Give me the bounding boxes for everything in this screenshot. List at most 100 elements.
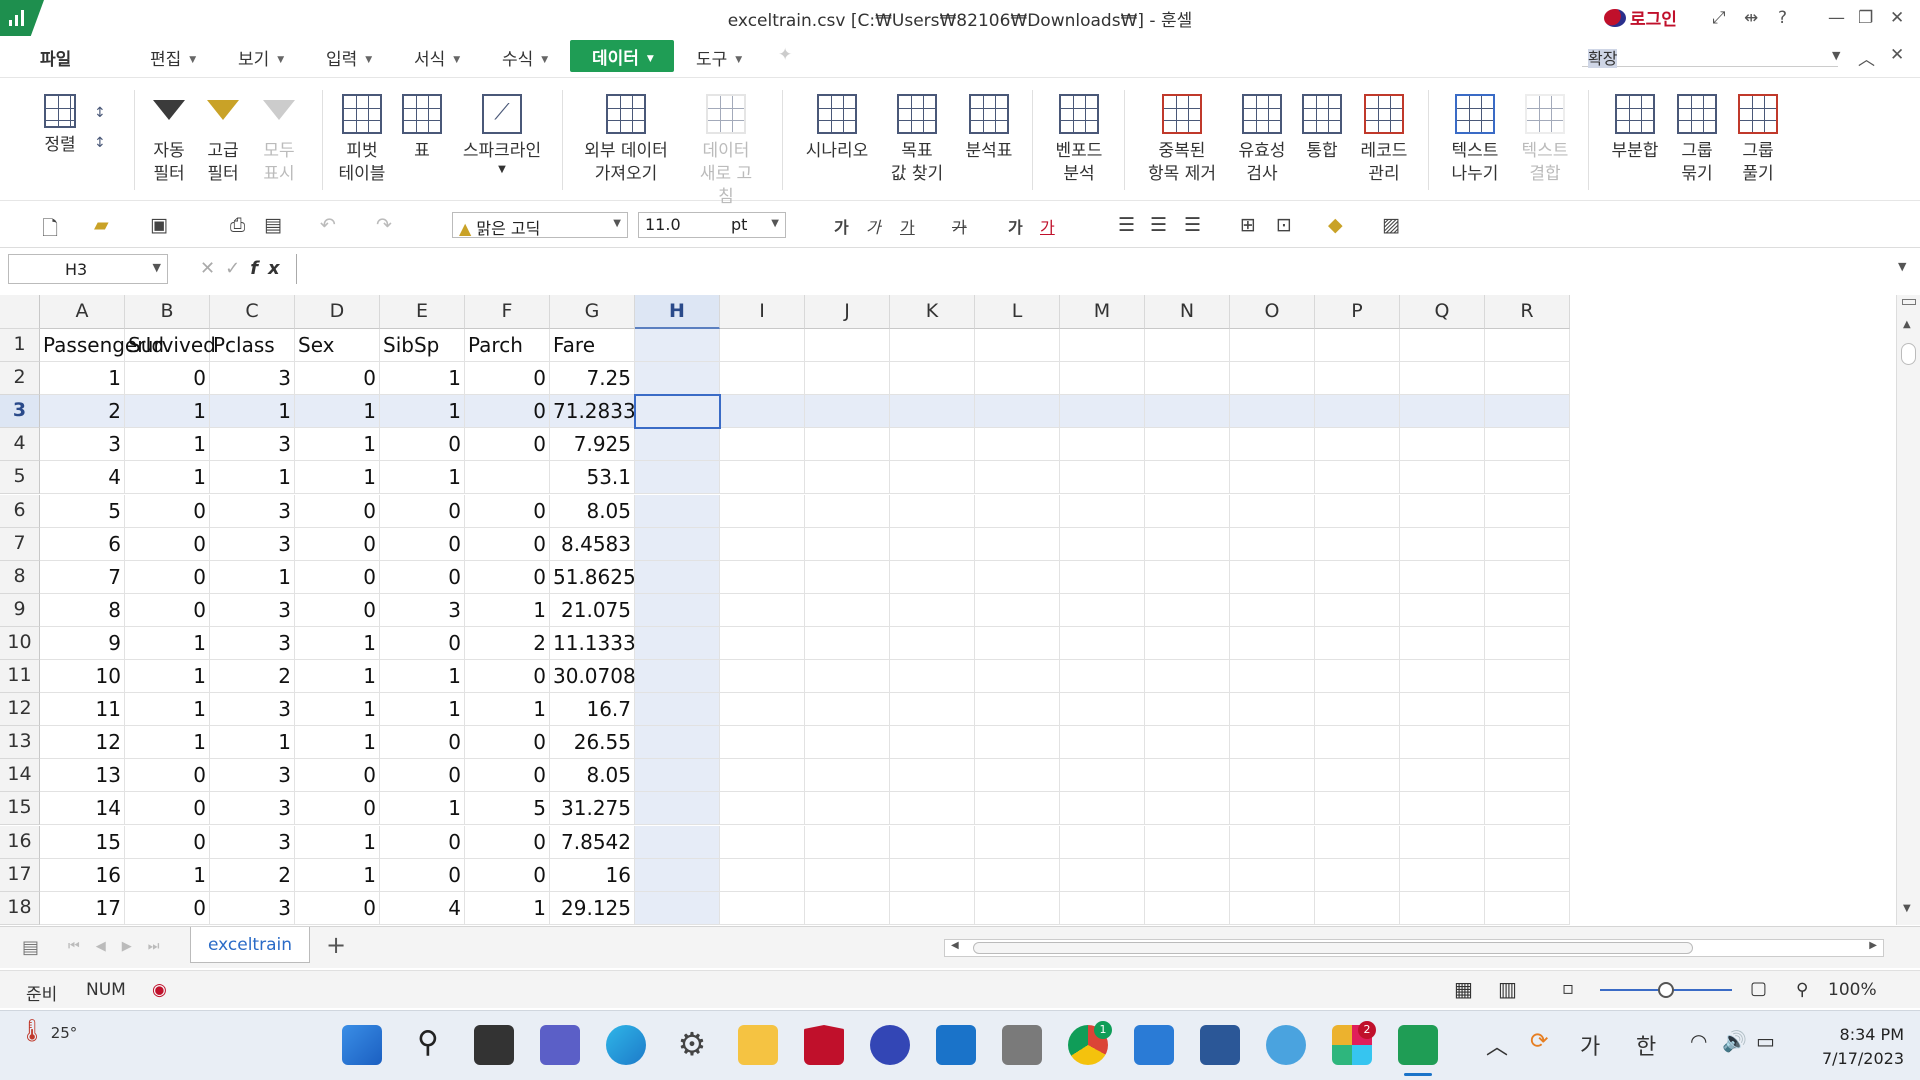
cell-b18[interactable]: 0 [125, 891, 210, 925]
cell-c17[interactable]: 2 [210, 858, 295, 892]
cell-g4[interactable]: 7.925 [550, 428, 635, 462]
cell-r10[interactable] [1485, 626, 1570, 660]
cell-r12[interactable] [1485, 693, 1570, 727]
preview-icon[interactable]: ▤ [264, 214, 282, 236]
cell-i3[interactable] [720, 395, 805, 429]
cell-l16[interactable] [975, 825, 1060, 859]
cell-k12[interactable] [890, 693, 975, 727]
cell-p13[interactable] [1315, 726, 1400, 760]
ime-han[interactable]: 한 [1636, 1029, 1656, 1061]
cell-e5[interactable]: 1 [380, 461, 465, 495]
sheet-tab-exceltrain[interactable]: exceltrain [190, 927, 310, 963]
cell-e18[interactable]: 4 [380, 891, 465, 925]
cell-g6[interactable]: 8.05 [550, 494, 635, 528]
cell-k8[interactable] [890, 560, 975, 594]
cell-k16[interactable] [890, 825, 975, 859]
function-icon[interactable]: fx [250, 258, 289, 279]
cell-q8[interactable] [1400, 560, 1485, 594]
cell-l8[interactable] [975, 560, 1060, 594]
cell-o16[interactable] [1230, 825, 1315, 859]
cell-r6[interactable] [1485, 494, 1570, 528]
cell-d16[interactable]: 1 [295, 825, 380, 859]
cell-g10[interactable]: 11.1333 [550, 626, 636, 660]
task-view-icon[interactable] [474, 1025, 514, 1065]
cell-q14[interactable] [1400, 759, 1485, 793]
name-box[interactable]: H3 ▼ [8, 254, 168, 284]
search-icon[interactable]: ⚲ [408, 1025, 448, 1065]
cell-h9[interactable] [635, 593, 720, 627]
cell-f8[interactable]: 0 [465, 560, 550, 594]
cell-f18[interactable]: 1 [465, 891, 550, 925]
zoom-in-icon[interactable]: ▢ [1750, 978, 1767, 999]
help-icon[interactable]: ? [1778, 8, 1787, 28]
cell-g12[interactable]: 16.7 [550, 693, 635, 727]
column-header-a[interactable]: A [40, 295, 125, 329]
cell-d18[interactable]: 0 [295, 891, 380, 925]
column-header-j[interactable]: J [805, 295, 890, 329]
cell-l5[interactable] [975, 461, 1060, 495]
cell-n10[interactable] [1145, 626, 1230, 660]
cell-r9[interactable] [1485, 593, 1570, 627]
auto-filter-button[interactable]: 자동 필터 [146, 94, 192, 186]
cell-o17[interactable] [1230, 858, 1315, 892]
cell-m10[interactable] [1060, 626, 1145, 660]
bold-button[interactable]: 가 [834, 214, 849, 238]
cell-g8[interactable]: 51.8625 [550, 560, 636, 594]
cell-a13[interactable]: 12 [40, 726, 125, 760]
cell-n18[interactable] [1145, 891, 1230, 925]
cell-o10[interactable] [1230, 626, 1315, 660]
cell-q9[interactable] [1400, 593, 1485, 627]
cell-h4[interactable] [635, 428, 720, 462]
cell-n17[interactable] [1145, 858, 1230, 892]
menu-edit[interactable]: 편집 ▼ [150, 45, 196, 70]
align-right-icon[interactable]: ☰ [1184, 214, 1201, 236]
column-header-n[interactable]: N [1145, 295, 1230, 329]
cell-m18[interactable] [1060, 891, 1145, 925]
cell-j6[interactable] [805, 494, 890, 528]
cell-n6[interactable] [1145, 494, 1230, 528]
cell-p11[interactable] [1315, 660, 1400, 693]
remove-duplicates-button[interactable]: 중복된 항목 제거 [1142, 94, 1222, 186]
cell-n4[interactable] [1145, 428, 1230, 462]
cell-n9[interactable] [1145, 593, 1230, 627]
cell-m7[interactable] [1060, 527, 1145, 561]
cell-d17[interactable]: 1 [295, 858, 380, 892]
column-header-c[interactable]: C [210, 295, 295, 329]
menu-data[interactable]: 데이터 ▼ [570, 40, 674, 72]
cell-f15[interactable]: 5 [465, 792, 550, 826]
cell-r2[interactable] [1485, 362, 1570, 396]
font-size-select[interactable]: 11.0 pt ▼ [638, 212, 786, 238]
cell-m4[interactable] [1060, 428, 1145, 462]
cell-f17[interactable]: 0 [465, 858, 550, 892]
cell-a6[interactable]: 5 [40, 494, 125, 528]
row-header[interactable]: 10 [0, 626, 40, 660]
cell-o11[interactable] [1230, 660, 1315, 693]
cell-p12[interactable] [1315, 693, 1400, 727]
page-layout-icon[interactable]: ▥ [1498, 977, 1517, 1001]
save-icon[interactable]: ▣ [150, 214, 168, 236]
cell-q6[interactable] [1400, 494, 1485, 528]
collapse-ribbon-icon[interactable]: ︿ [1858, 45, 1875, 70]
cell-l13[interactable] [975, 726, 1060, 760]
cell-c2[interactable]: 3 [210, 362, 295, 396]
cell-a1[interactable]: PassengerId [40, 329, 164, 362]
row-header[interactable]: 3 [0, 395, 40, 429]
sparkline-button[interactable]: ⟋ 스파크라인 ▼ [456, 94, 548, 177]
cell-k2[interactable] [890, 362, 975, 396]
cell-d12[interactable]: 1 [295, 693, 380, 727]
column-header-h[interactable]: H [635, 295, 720, 329]
cell-k5[interactable] [890, 461, 975, 495]
cell-m11[interactable] [1060, 660, 1145, 693]
cell-e14[interactable]: 0 [380, 759, 465, 793]
cell-k13[interactable] [890, 726, 975, 760]
cell-e13[interactable]: 0 [380, 726, 465, 760]
fullscreen-icon[interactable]: ⤢ [1712, 8, 1726, 28]
cell-q7[interactable] [1400, 527, 1485, 561]
clock[interactable]: 8:34 PM 7/17/2023 [1784, 1023, 1904, 1071]
sort-asc-desc-icon[interactable]: ↕ ↕ [94, 98, 106, 158]
group-button[interactable]: 그룹 묶기 [1674, 94, 1720, 186]
cell-b10[interactable]: 1 [125, 626, 210, 660]
cell-o9[interactable] [1230, 593, 1315, 627]
cell-a3[interactable]: 2 [40, 395, 125, 429]
column-header-p[interactable]: P [1315, 295, 1400, 329]
